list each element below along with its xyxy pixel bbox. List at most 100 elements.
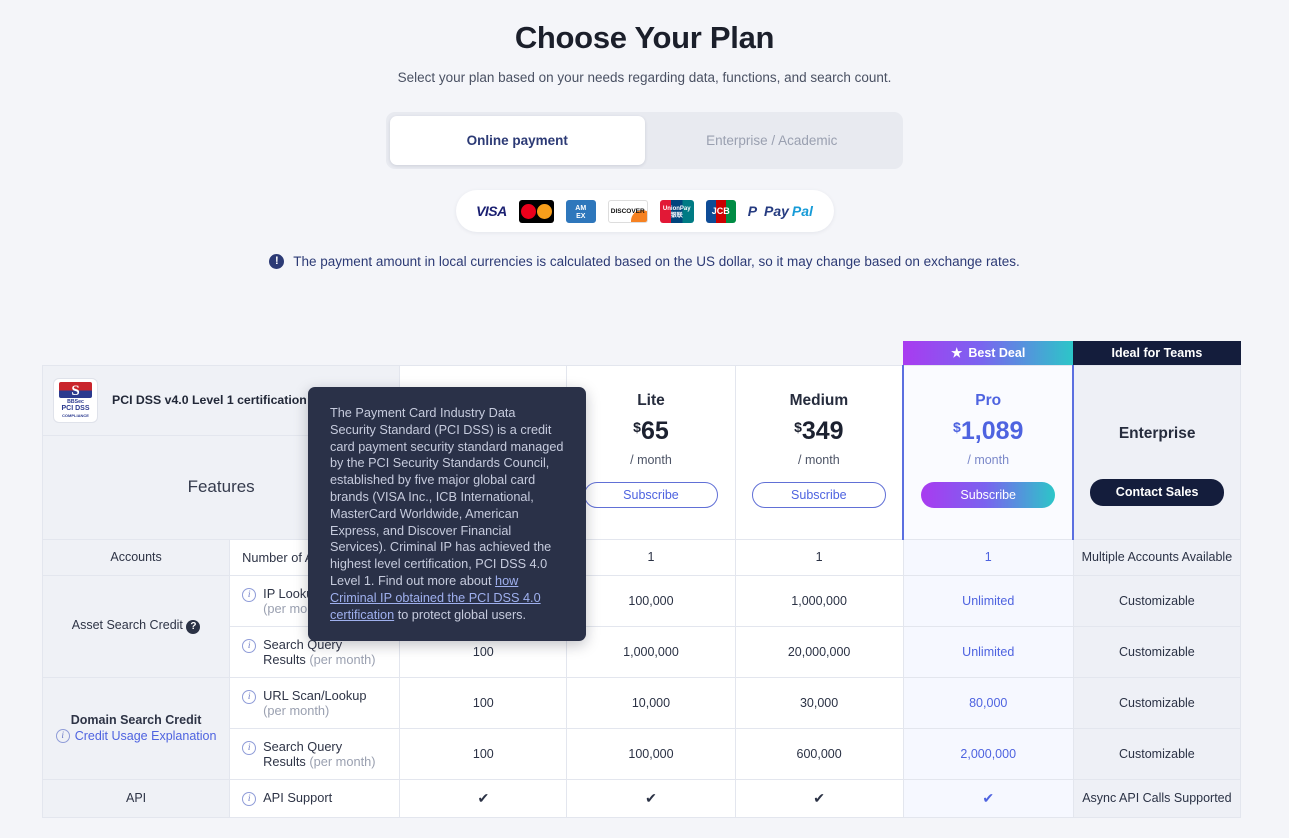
plan-badge-row: ★ Best Deal Ideal for Teams	[43, 341, 1241, 365]
period-medium: / month	[798, 453, 840, 467]
value-medium-api: ✔	[734, 778, 904, 818]
info-icon: i	[55, 729, 70, 743]
group-api: API	[41, 778, 231, 818]
value-base-url-scan: 100	[399, 676, 568, 729]
discover-icon: DISCOVER	[607, 199, 648, 223]
plan-name-enterprise: Enterprise	[1118, 424, 1196, 442]
value-medium-url-scan: 30,000	[734, 676, 904, 729]
plan-name-lite: Lite	[637, 392, 665, 409]
info-icon[interactable]: i	[242, 792, 257, 806]
star-icon: ★	[951, 346, 963, 361]
pci-dss-label: PCI DSS v4.0 Level 1 certification	[112, 393, 307, 407]
info-icon[interactable]: i	[242, 638, 257, 653]
pci-badge-line3: COMPLIANCE	[62, 412, 89, 418]
value-lite-ip-lookup: 100,000	[566, 574, 736, 627]
price-medium: 349	[801, 417, 844, 445]
value-enterprise-url-scan: Customizable	[1072, 676, 1242, 729]
table-row: Accounts Number of Accounts 1 1 1 Multip…	[41, 538, 1242, 576]
info-icon[interactable]: i	[242, 689, 257, 704]
feature-url-scan-lookup: i URL Scan/Lookup (per month)	[229, 676, 401, 729]
value-lite-sqr-asset: 1,000,000	[566, 625, 736, 678]
payment-methods-bar: VISA AM EX DISCOVER UnionPay 银联 JCB P Pay P…	[455, 190, 834, 232]
hero-section: Choose Your Plan Select your plan based …	[0, 0, 1289, 85]
pci-dss-badge-icon: BBSec PCI DSS COMPLIANCE	[53, 377, 98, 423]
page-subtitle: Select your plan based on your needs reg…	[397, 70, 892, 85]
value-enterprise-accounts: Multiple Accounts Available	[1072, 538, 1242, 576]
currency-notice-text: The payment amount in local currencies i…	[293, 254, 1020, 269]
value-medium-sqr-asset: 20,000,000	[734, 625, 904, 678]
contact-sales-button[interactable]: Contact Sales	[1090, 478, 1225, 506]
plan-name-medium: Medium	[789, 392, 849, 409]
badge-best-deal: ★ Best Deal	[903, 341, 1074, 365]
info-icon[interactable]: i	[242, 740, 257, 755]
group-accounts: Accounts	[41, 538, 231, 576]
value-pro-api: ✔	[902, 778, 1074, 818]
plan-name-pro: Pro	[975, 392, 1002, 409]
credit-usage-explanation-link[interactable]: i Credit Usage Explanation	[55, 729, 216, 743]
feature-search-query-results-domain: i Search Query Results (per month)	[229, 727, 401, 780]
value-enterprise-sqr-asset: Customizable	[1072, 625, 1242, 678]
unionpay-icon: UnionPay 银联	[659, 199, 694, 223]
value-pro-sqr-asset: Unlimited	[902, 625, 1074, 678]
visa-icon: VISA	[476, 203, 507, 219]
paypal-icon: P Pay Pal	[747, 203, 813, 219]
billing-type-toggle: Online payment Enterprise / Academic	[386, 112, 903, 169]
value-pro-accounts: 1	[902, 538, 1074, 576]
currency-notice: ! The payment amount in local currencies…	[0, 254, 1289, 269]
value-pro-sqr-domain: 2,000,000	[902, 727, 1074, 780]
value-enterprise-sqr-domain: Customizable	[1072, 727, 1242, 780]
info-icon[interactable]: i	[242, 587, 257, 602]
price-pro: 1,089	[960, 417, 1024, 445]
value-lite-accounts: 1	[566, 538, 736, 576]
value-lite-sqr-domain: 100,000	[566, 727, 736, 780]
plan-column-pro: Pro $1,089 / month Subscribe	[902, 364, 1075, 540]
group-asset-search-credit: Asset Search Credit ?	[41, 574, 231, 678]
tab-enterprise-academic[interactable]: Enterprise / Academic	[645, 116, 900, 165]
group-domain-search-credit: Domain Search Credit i Credit Usage Expl…	[41, 676, 231, 780]
feature-api-support: i API Support	[229, 778, 401, 818]
value-pro-url-scan: 80,000	[902, 676, 1074, 729]
badge-best-deal-label: Best Deal	[968, 346, 1026, 361]
pci-dss-tooltip: The Payment Card Industry Data Security …	[308, 387, 586, 642]
value-medium-ip-lookup: 1,000,000	[734, 574, 904, 627]
tooltip-text-part2: to protect global users.	[394, 607, 527, 622]
pci-badge-line2: PCI DSS	[61, 404, 90, 412]
currency-lite: $	[633, 419, 641, 435]
pricing-table-wrapper: ★ Best Deal Ideal for Teams BBSec PCI DSS…	[41, 341, 1242, 818]
plan-column-enterprise: Enterprise Contact Sales	[1072, 364, 1242, 540]
subscribe-button-lite[interactable]: Subscribe	[583, 482, 718, 508]
tooltip-text-part1: The Payment Card Industry Data Security …	[330, 406, 564, 588]
badge-spacer	[43, 341, 904, 365]
info-icon: !	[269, 254, 285, 269]
page-title: Choose Your Plan	[514, 20, 775, 55]
table-row: API i API Support ✔ ✔ ✔ ✔ Async API Call…	[41, 778, 1242, 818]
tab-online-payment[interactable]: Online payment	[390, 116, 645, 165]
amex-icon: AM EX	[565, 199, 596, 223]
plan-header-row: BBSec PCI DSS COMPLIANCE PCI DSS v4.0 Le…	[41, 364, 1242, 540]
jcb-icon: JCB	[705, 199, 736, 223]
value-enterprise-ip-lookup: Customizable	[1072, 574, 1242, 627]
currency-medium: $	[794, 419, 802, 435]
value-pro-ip-lookup: Unlimited	[902, 574, 1074, 627]
value-medium-sqr-domain: 600,000	[734, 727, 904, 780]
currency-pro: $	[953, 419, 961, 435]
period-pro: / month	[967, 453, 1010, 467]
plan-column-lite: Lite $65 / month Subscribe	[566, 364, 736, 540]
value-lite-api: ✔	[566, 778, 736, 818]
pricing-page: Choose Your Plan Select your plan based …	[0, 0, 1289, 838]
badge-ideal-teams: Ideal for Teams	[1073, 341, 1241, 365]
table-row: Domain Search Credit i Credit Usage Expl…	[41, 676, 1242, 780]
table-row: Asset Search Credit ? i IP Lookup (per mo…	[41, 574, 1242, 678]
value-base-sqr-domain: 100	[399, 727, 568, 780]
pricing-table: ★ Best Deal Ideal for Teams BBSec PCI DSS…	[41, 341, 1242, 818]
asset-search-help-icon[interactable]: ?	[186, 620, 201, 634]
value-medium-accounts: 1	[734, 538, 904, 576]
mastercard-icon	[518, 199, 554, 223]
value-enterprise-api: Async API Calls Supported	[1072, 778, 1242, 818]
subscribe-button-medium[interactable]: Subscribe	[751, 482, 886, 508]
subscribe-button-pro[interactable]: Subscribe	[921, 482, 1056, 508]
value-lite-url-scan: 10,000	[566, 676, 736, 729]
period-lite: / month	[630, 453, 672, 467]
value-base-api: ✔	[399, 778, 568, 818]
price-lite: 65	[640, 417, 669, 445]
